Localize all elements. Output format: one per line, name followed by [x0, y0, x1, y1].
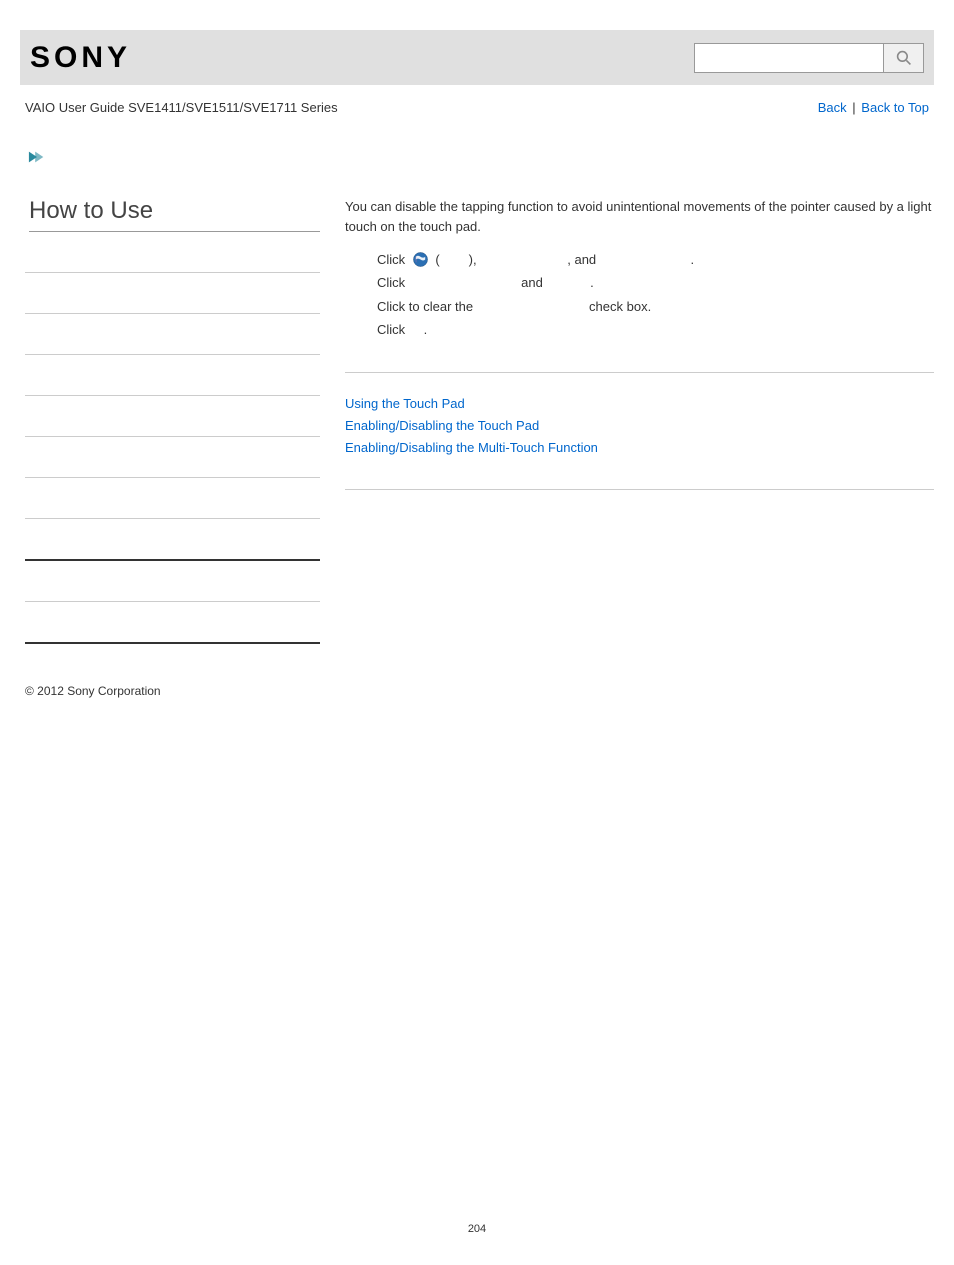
step-text: and [413, 271, 547, 294]
step-text: Click [377, 318, 409, 341]
related-topics: Using the Touch Pad Enabling/Disabling t… [345, 393, 934, 459]
section-divider [345, 489, 934, 490]
search-wrap [694, 43, 924, 73]
back-link[interactable]: Back [818, 100, 847, 115]
step-text: check box. [481, 295, 652, 318]
step-4: Click . [377, 318, 934, 341]
page-number: 204 [0, 1223, 954, 1235]
search-button[interactable] [884, 43, 924, 73]
intro-text: You can disable the tapping function to … [345, 197, 934, 236]
step-text: , and [484, 248, 600, 271]
related-link-enable-touchpad[interactable]: Enabling/Disabling the Touch Pad [345, 415, 934, 437]
step-text: . [413, 318, 427, 341]
step-text: . [604, 248, 694, 271]
search-input[interactable] [694, 43, 884, 73]
header-bar: SONY [20, 30, 934, 85]
sidebar-rule [25, 436, 320, 437]
breadcrumb-arrow-row [28, 150, 954, 167]
link-separator: | [852, 100, 859, 115]
step-text: Click [377, 271, 409, 294]
sidebar-title: How to Use [29, 197, 320, 232]
sony-logo: SONY [30, 41, 131, 75]
section-divider [345, 372, 934, 373]
sidebar-rule [25, 313, 320, 314]
related-link-touchpad[interactable]: Using the Touch Pad [345, 393, 934, 415]
sidebar-rule [25, 272, 320, 273]
windows-start-icon [413, 252, 428, 267]
step-3: Click to clear the check box. [377, 295, 934, 318]
step-text: Click [377, 248, 409, 271]
steps-list: Click ( ), , and . Clic [377, 248, 934, 342]
step-text: Click to clear the [377, 295, 477, 318]
main-content: You can disable the tapping function to … [335, 197, 934, 644]
step-2: Click and . [377, 271, 934, 294]
sidebar-rule [25, 354, 320, 355]
sidebar-rule [25, 518, 320, 519]
copyright: © 2012 Sony Corporation [25, 684, 954, 698]
sidebar-rule-bold [25, 559, 320, 561]
top-links: Back | Back to Top [818, 100, 929, 115]
sidebar-rule [25, 601, 320, 602]
sidebar-rule [25, 477, 320, 478]
sidebar-rule [25, 395, 320, 396]
related-link-multitouch[interactable]: Enabling/Disabling the Multi-Touch Funct… [345, 437, 934, 459]
sub-header: VAIO User Guide SVE1411/SVE1511/SVE1711 … [25, 100, 929, 115]
step-1: Click ( ), , and . [377, 248, 934, 271]
chevron-right-icon [28, 150, 46, 164]
step-text: . [550, 271, 593, 294]
back-to-top-link[interactable]: Back to Top [861, 100, 929, 115]
guide-title: VAIO User Guide SVE1411/SVE1511/SVE1711 … [25, 100, 338, 115]
sidebar: How to Use [25, 197, 335, 644]
step-text: ( ), [432, 248, 480, 271]
search-icon [896, 50, 912, 66]
sidebar-rule-bold [25, 642, 320, 644]
